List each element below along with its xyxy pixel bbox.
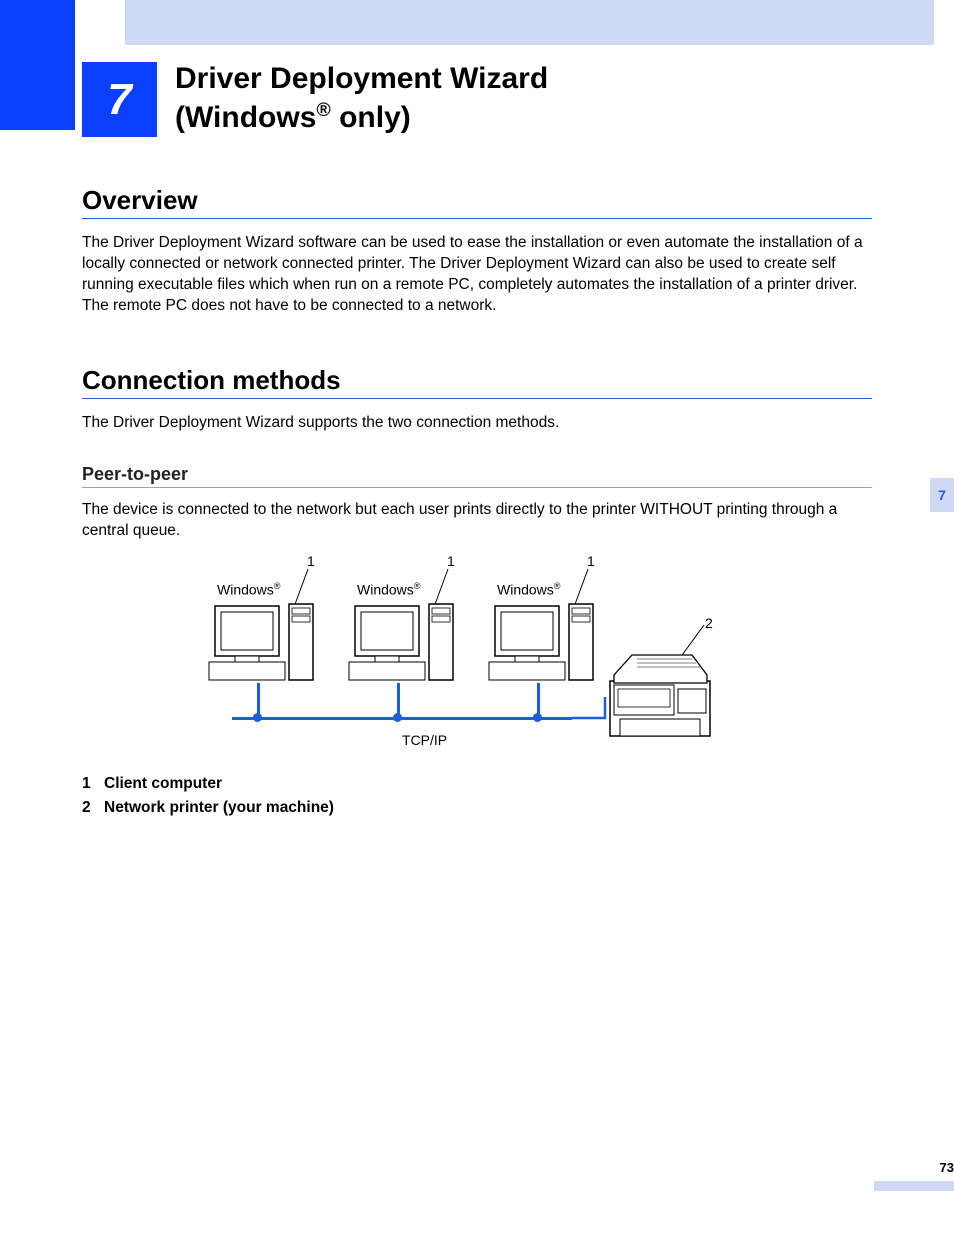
printer-icon	[602, 647, 722, 747]
computer-icon-1	[207, 602, 317, 684]
page-number: 73	[874, 1160, 954, 1175]
computer-icon-3	[487, 602, 597, 684]
computer-icon-2	[347, 602, 457, 684]
diagram-os-label-2: Windows®	[357, 581, 421, 598]
diagram-callout-pc1: 1	[307, 553, 315, 569]
chapter-title: Driver Deployment Wizard (Windows® only)	[175, 60, 548, 136]
connection-heading: Connection methods	[82, 365, 872, 399]
page-content: Overview The Driver Deployment Wizard so…	[82, 185, 872, 823]
left-accent-strip	[0, 0, 75, 130]
overview-heading: Overview	[82, 185, 872, 219]
side-chapter-tab: 7	[930, 478, 954, 512]
diagram-os-label-1: Windows®	[217, 581, 281, 598]
legend-num-1: 1	[82, 775, 104, 793]
page-number-strip	[874, 1181, 954, 1191]
bus-node-1	[253, 713, 262, 722]
chapter-number: 7	[107, 75, 131, 125]
network-bus-line	[232, 717, 572, 720]
chapter-title-line2-prefix: (Windows	[175, 101, 316, 134]
legend-item-1: 1Client computer	[82, 775, 872, 793]
registered-mark: ®	[316, 99, 330, 121]
peer-body: The device is connected to the network b…	[82, 500, 872, 542]
network-diagram: 1 1 1 2 Windows® Windows® Windows®	[207, 557, 747, 757]
legend-text-2: Network printer (your machine)	[104, 799, 334, 816]
header-bar	[125, 0, 934, 45]
bus-to-printer-line	[569, 697, 619, 737]
connection-intro: The Driver Deployment Wizard supports th…	[82, 413, 872, 434]
diagram-callout-pc2: 1	[447, 553, 455, 569]
diagram-legend: 1Client computer 2Network printer (your …	[82, 775, 872, 817]
chapter-number-box: 7	[82, 62, 157, 137]
diagram-callout-pc3: 1	[587, 553, 595, 569]
legend-item-2: 2Network printer (your machine)	[82, 799, 872, 817]
bus-node-3	[533, 713, 542, 722]
bus-node-2	[393, 713, 402, 722]
diagram-callout-printer: 2	[705, 615, 713, 631]
chapter-title-line2-suffix: only)	[331, 101, 411, 134]
legend-num-2: 2	[82, 799, 104, 817]
diagram-os-label-3: Windows®	[497, 581, 561, 598]
peer-heading: Peer-to-peer	[82, 464, 872, 488]
chapter-title-line1: Driver Deployment Wizard	[175, 62, 548, 95]
page-number-area: 73	[874, 1160, 954, 1191]
protocol-label: TCP/IP	[402, 732, 447, 748]
overview-body: The Driver Deployment Wizard software ca…	[82, 233, 872, 317]
legend-text-1: Client computer	[104, 775, 222, 792]
side-tab-number: 7	[938, 487, 946, 503]
